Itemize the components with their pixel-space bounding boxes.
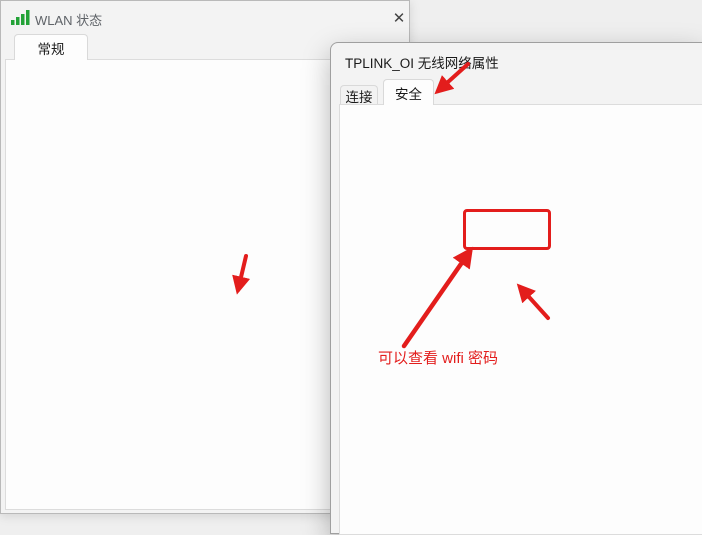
close-icon[interactable]: ✕ (389, 8, 409, 28)
wireless-properties-dialog: TPLINK_OI 无线网络属性 连接 安全 安全类型(E): WPA2 - 个… (330, 42, 702, 534)
tab-security[interactable]: 安全 (383, 79, 434, 105)
security-tab-page (339, 104, 702, 535)
tab-general[interactable]: 常规 (14, 34, 88, 60)
tab-connection[interactable]: 连接 (340, 85, 378, 105)
dialog-title: TPLINK_OI 无线网络属性 (345, 52, 499, 72)
annotation-note: 可以查看 wifi 密码 (378, 347, 498, 368)
titlebar[interactable]: WLAN 状态 ✕ (1, 1, 409, 33)
wlan-signal-icon (11, 10, 30, 25)
window-title: WLAN 状态 (35, 10, 102, 29)
